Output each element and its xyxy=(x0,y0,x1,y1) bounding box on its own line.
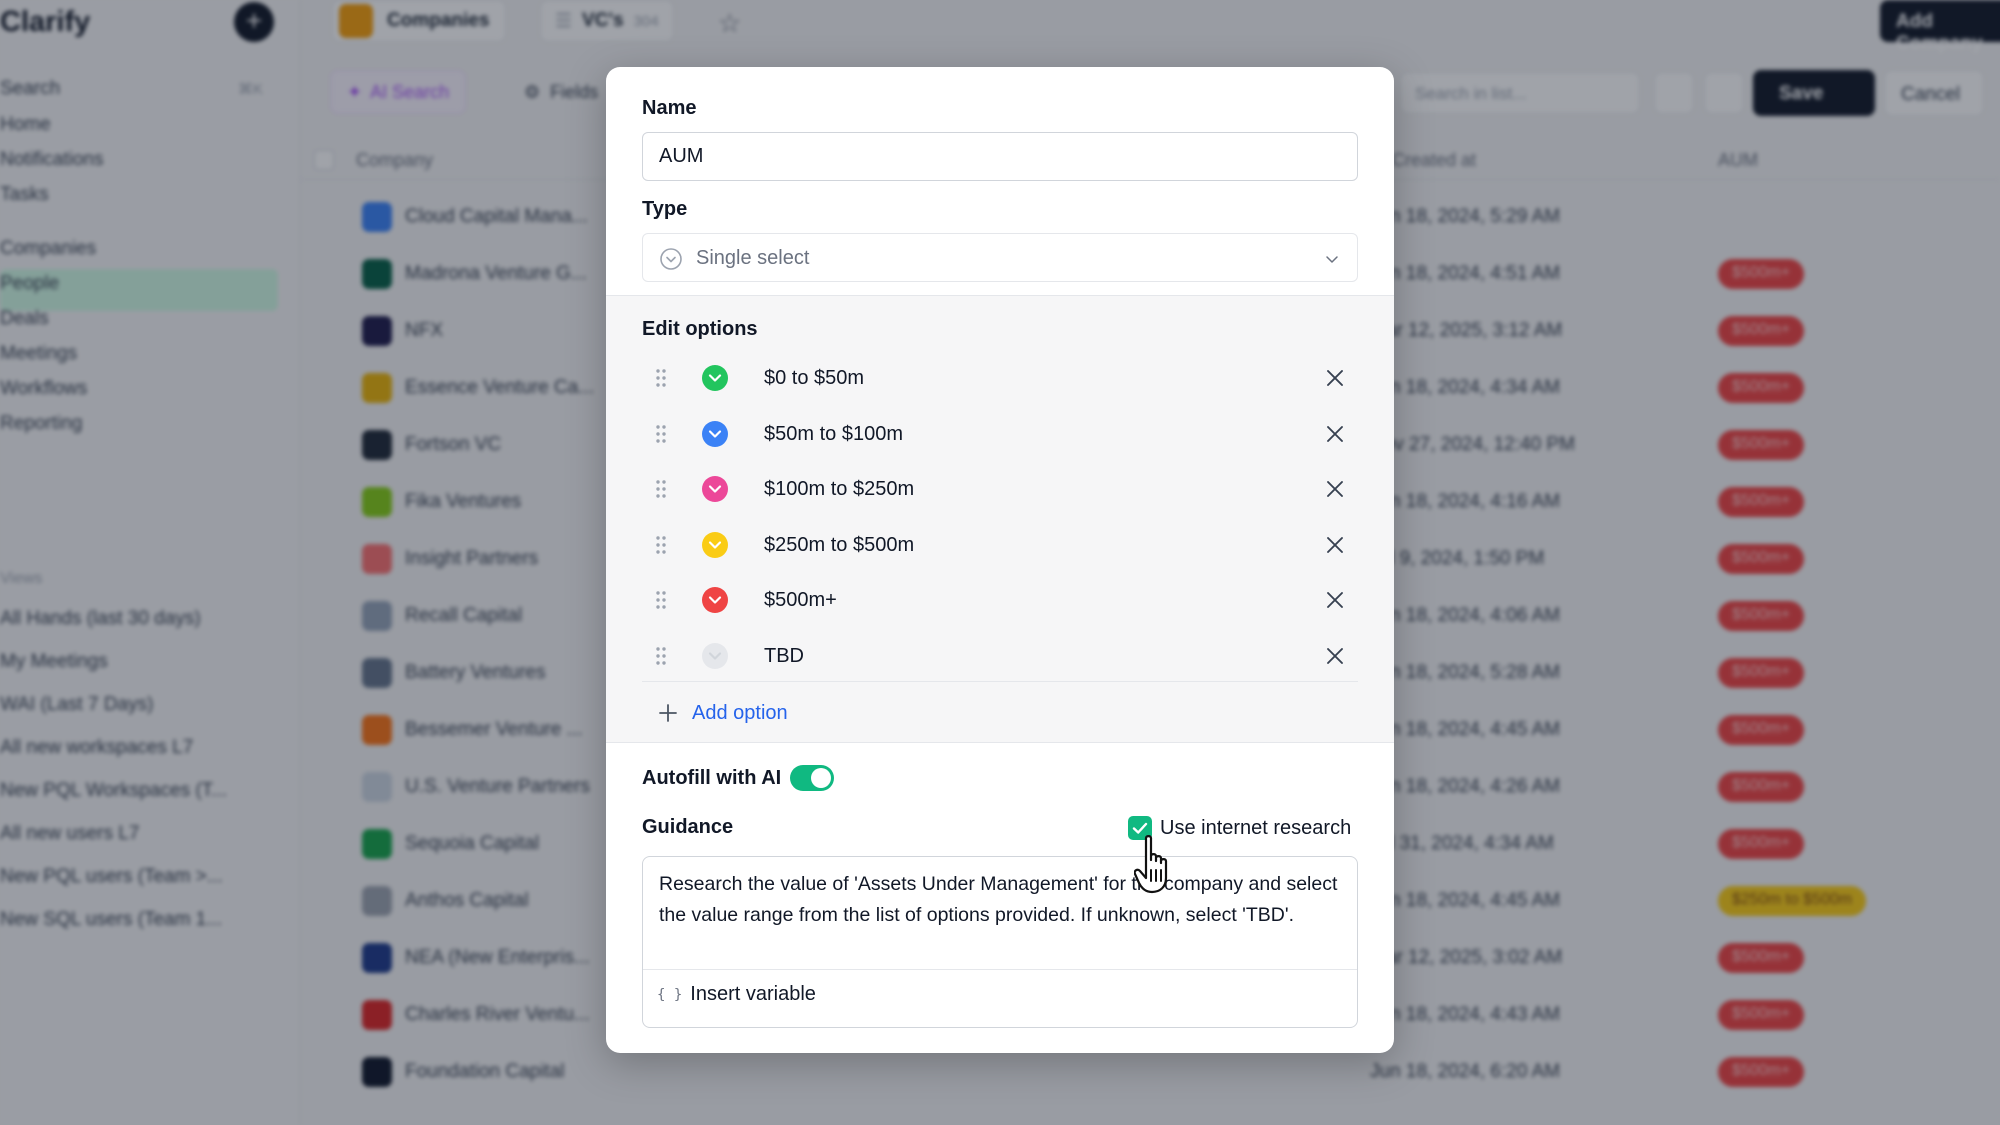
option-label[interactable]: $250m to $500m xyxy=(764,534,914,557)
option-color-icon[interactable] xyxy=(702,420,728,447)
name-input[interactable] xyxy=(642,132,1358,181)
drag-handle-icon[interactable] xyxy=(654,646,668,666)
close-icon[interactable] xyxy=(1324,645,1346,667)
option-row: $50m to $100m xyxy=(642,407,1358,462)
type-select[interactable]: Single select xyxy=(642,233,1358,282)
close-icon[interactable] xyxy=(1324,478,1346,500)
close-icon[interactable] xyxy=(1324,423,1346,445)
drag-handle-icon[interactable] xyxy=(654,479,668,499)
add-option-button[interactable]: Add option xyxy=(658,696,788,730)
guidance-divider xyxy=(643,969,1357,970)
option-color-icon[interactable] xyxy=(702,587,728,613)
guidance-text: Research the value of 'Assets Under Mana… xyxy=(659,873,1338,926)
option-label[interactable]: $100m to $250m xyxy=(764,478,914,501)
autofill-label: Autofill with AI xyxy=(642,767,782,789)
option-color-icon[interactable] xyxy=(702,476,728,502)
close-icon[interactable] xyxy=(1324,367,1346,389)
option-label[interactable]: TBD xyxy=(764,645,804,668)
add-option-label: Add option xyxy=(692,701,788,724)
autofill-toggle[interactable] xyxy=(790,765,834,791)
toggle-knob xyxy=(811,768,831,788)
type-select-value: Single select xyxy=(696,247,810,269)
option-color-icon[interactable] xyxy=(702,365,728,391)
option-color-icon[interactable] xyxy=(702,531,728,558)
option-row: $0 to $50m xyxy=(642,351,1358,406)
edit-options-panel: Edit options $0 to $50m $50m to $100m $100… xyxy=(606,295,1394,743)
insert-variable-button[interactable]: { } Insert variable xyxy=(657,983,816,1006)
guidance-label: Guidance xyxy=(642,816,734,838)
option-row: $100m to $250m xyxy=(642,462,1358,517)
insert-variable-label: Insert variable xyxy=(690,983,816,1005)
option-label[interactable]: $500m+ xyxy=(764,589,837,612)
chevron-down-icon xyxy=(1326,256,1338,263)
option-row: TBD xyxy=(642,629,1358,684)
type-label: Type xyxy=(642,198,688,220)
option-row: $250m to $500m xyxy=(642,518,1358,573)
option-color-icon[interactable] xyxy=(702,642,728,669)
drag-handle-icon[interactable] xyxy=(654,368,668,388)
plus-icon xyxy=(659,704,677,722)
drag-handle-icon[interactable] xyxy=(654,424,668,444)
drag-handle-icon[interactable] xyxy=(654,535,668,555)
options-divider xyxy=(642,681,1358,682)
option-row: $500m+ xyxy=(642,573,1358,628)
guidance-textarea[interactable]: Research the value of 'Assets Under Mana… xyxy=(642,856,1358,1028)
drag-handle-icon[interactable] xyxy=(654,590,668,610)
use-internet-research-label: Use internet research xyxy=(1160,816,1352,839)
edit-field-modal: Name Type Single select Edit options $0 … xyxy=(606,67,1394,1053)
hand-pointer-cursor-icon xyxy=(1134,835,1168,894)
option-label[interactable]: $50m to $100m xyxy=(764,423,903,446)
braces-icon: { } xyxy=(657,986,683,1003)
option-label[interactable]: $0 to $50m xyxy=(764,367,864,390)
close-icon[interactable] xyxy=(1324,534,1346,556)
name-label: Name xyxy=(642,97,697,119)
close-icon[interactable] xyxy=(1324,589,1346,611)
edit-options-label: Edit options xyxy=(642,318,758,340)
single-select-icon xyxy=(660,248,682,270)
